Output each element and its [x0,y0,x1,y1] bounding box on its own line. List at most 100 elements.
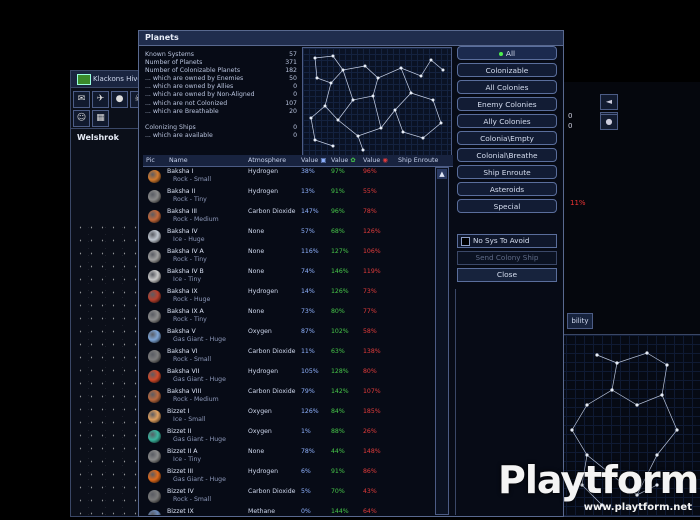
table-row[interactable]: Baksha II Rock - Tiny Hydrogen 13% 91% 55% [143,187,433,207]
planet-atmosphere: Hydrogen [248,168,279,175]
stat-label: ... which are owned by Allies [145,83,234,91]
table-row[interactable]: Bizzet III Gas Giant - Huge Hydrogen 6% 91% 8… [143,467,433,487]
planet-value-production: 13% [301,188,315,195]
col-pic[interactable]: Pic [146,155,155,166]
table-row[interactable]: Baksha IX Rock - Huge Hydrogen 14% 126% 73% [143,287,433,307]
arrow-left-icon[interactable]: ◄ [600,94,618,110]
table-row[interactable]: Baksha IV B Ice - Tiny None 74% 146% 119% [143,267,433,287]
filter-button-label: Enemy Colonies [477,100,537,109]
planets-window-title[interactable]: Planets [139,31,563,46]
checkbox-box[interactable] [461,237,470,246]
planet-value-production: 0% [301,508,311,515]
table-row[interactable]: Baksha VII Gas Giant - Huge Hydrogen 105% 12… [143,367,433,387]
planet-name: Bizzet III [167,468,194,475]
filter-button-label: Colonial\Breathe [476,151,538,160]
planet-atmosphere: Hydrogen [248,288,279,295]
filter-button-label: Colonia\Empty [480,134,534,143]
stat-value: 107 [285,99,297,107]
planet-thumbnail [148,330,161,343]
table-row[interactable]: Bizzet II Gas Giant - Huge Oxygen 1% 88% 26% [143,427,433,447]
filter-button-colonia-empty[interactable]: Colonia\Empty [457,131,557,145]
send-colony-ship-button[interactable]: Send Colony Ship [457,251,557,265]
col-value-food[interactable]: Value ✿ [331,155,356,166]
planet-thumbnail [148,210,161,223]
planet-name: Baksha IX [167,288,198,295]
planet-thumbnail [148,410,161,423]
paper-icon[interactable]: ✉ [73,91,90,108]
table-row[interactable]: Bizzet I Ice - Small Oxygen 126% 84% 185% [143,407,433,427]
planet-type: Rock - Tiny [173,196,207,203]
filter-button-all-colonies[interactable]: All Colonies [457,80,557,94]
table-row[interactable]: Baksha III Rock - Medium Carbon Dioxide 147… [143,207,433,227]
scroll-up-icon[interactable]: ▲ [437,169,447,179]
planet-value-food: 144% [331,508,349,515]
col-atmosphere[interactable]: Atmosphere [248,155,286,166]
filter-button-special[interactable]: Special [457,199,557,213]
table-row[interactable]: Baksha IV A Rock - Tiny None 116% 127% 106% [143,247,433,267]
galaxy-map[interactable] [302,47,452,157]
planet-thumbnail [148,390,161,403]
planet-atmosphere: Carbon Dioxide [248,208,296,215]
planet-name: Bizzet IV [167,488,194,495]
filter-button-ally-colonies[interactable]: Ally Colonies [457,114,557,128]
ghost-icon[interactable]: ☺ [73,110,90,127]
factory-icon: ▣ [320,157,327,164]
right-value-1: 0 [568,112,573,120]
ability-button[interactable]: bility [567,313,593,329]
planet-value-research: 148% [363,448,381,455]
planet-name: Baksha IV [167,228,198,235]
table-row[interactable]: Baksha VIII Rock - Medium Carbon Dioxide 79… [143,387,433,407]
col-ship-enroute[interactable]: Ship Enroute [398,155,438,166]
planet-icon[interactable]: ● [600,114,618,130]
planet-thumbnail [148,470,161,483]
planet-value-food: 88% [331,428,345,435]
planet-atmosphere: Hydrogen [248,368,279,375]
table-row[interactable]: Baksha IX A Rock - Tiny None 73% 80% 77% [143,307,433,327]
planet-thumbnail [148,250,161,263]
planet-value-research: 96% [363,168,377,175]
table-row[interactable]: Baksha VI Rock - Small Carbon Dioxide 11% 63… [143,347,433,367]
stat-value: 50 [289,75,297,83]
ship-icon[interactable]: ✈ [92,91,109,108]
filter-button-asteroids[interactable]: Asteroids [457,182,557,196]
no-sys-to-avoid-checkbox[interactable]: No Sys To Avoid [457,234,557,248]
table-row[interactable]: Baksha I Rock - Small Hydrogen 38% 97% 96% [143,167,433,187]
stat-row: ... which are owned by Enemies 50 [145,75,297,83]
planet-value-food: 128% [331,368,349,375]
filter-button-all[interactable]: All [457,46,557,60]
filter-button-colonial-breathe[interactable]: Colonial\Breathe [457,148,557,162]
planet-value-food: 127% [331,248,349,255]
planet-type: Rock - Huge [173,296,211,303]
planet-value-production: 147% [301,208,319,215]
close-button[interactable]: Close [457,268,557,282]
planet-value-production: 6% [301,468,311,475]
planet-value-research: 64% [363,508,377,515]
planet-value-production: 57% [301,228,315,235]
filter-button-label: Ally Colonies [483,117,531,126]
planet-name: Bizzet I [167,408,190,415]
filter-button-colonizable[interactable]: Colonizable [457,63,557,77]
table-row[interactable]: Baksha V Gas Giant - Huge Oxygen 87% 102% 58% [143,327,433,347]
planet-value-food: 146% [331,268,349,275]
table-scrollbar[interactable]: ▲ [435,167,449,515]
col-value-research[interactable]: Value ◉ [363,155,388,166]
table-row[interactable]: Bizzet IXGas Giant - HugeMethane0%144%64… [143,507,433,515]
planet-atmosphere: Hydrogen [248,188,279,195]
planet-value-food: 80% [331,308,345,315]
stat-value: 0 [293,123,297,131]
planet-name: Bizzet II [167,428,192,435]
planet-atmosphere: Oxygen [248,328,272,335]
table-row[interactable]: Bizzet II A Ice - Tiny None 78% 44% 148% [143,447,433,467]
planet-thumbnail [148,290,161,303]
table-row[interactable]: Baksha IV Ice - Huge None 57% 68% 126% [143,227,433,247]
filter-button-enemy-colonies[interactable]: Enemy Colonies [457,97,557,111]
col-value-production[interactable]: Value ▣ [301,155,326,166]
filter-button-ship-enroute[interactable]: Ship Enroute [457,165,557,179]
planet-type: Ice - Tiny [173,456,202,463]
chart-icon[interactable]: ▦ [92,110,109,127]
table-row[interactable]: Bizzet IV Rock - Small Carbon Dioxide 5% 70%… [143,487,433,507]
planet-icon[interactable]: ● [111,91,128,108]
planet-value-production: 38% [301,168,315,175]
col-name[interactable]: Name [169,155,188,166]
planet-type: Rock - Small [173,356,212,363]
